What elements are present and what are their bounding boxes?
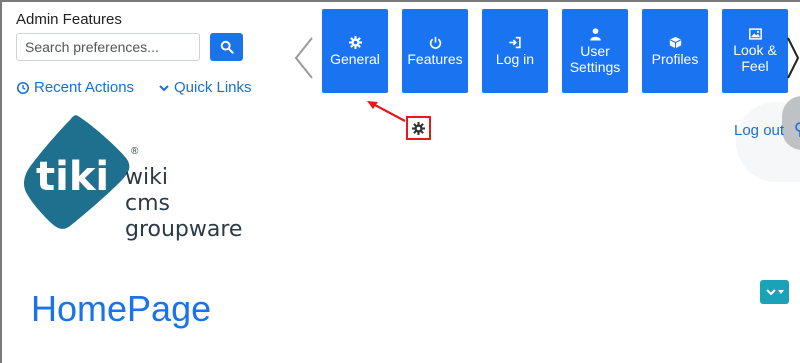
search-preferences-input[interactable] — [16, 33, 200, 61]
user-icon — [589, 28, 601, 41]
image-icon — [748, 28, 762, 40]
sign-in-icon — [509, 36, 521, 48]
gear-icon — [348, 35, 362, 49]
tile-label: User Settings — [569, 43, 621, 75]
tile-label: Profiles — [651, 50, 699, 67]
logo-word: tiki — [36, 154, 109, 200]
page-actions-dropdown[interactable] — [760, 280, 789, 304]
carousel-prev-chevron-icon[interactable] — [292, 36, 316, 80]
search-icon — [220, 40, 234, 54]
tile-label: Look & Feel — [733, 42, 777, 74]
carousel-next-chevron-icon[interactable] — [786, 36, 800, 80]
admin-features-title: Admin Features — [16, 11, 122, 28]
logout-link[interactable]: Log out — [734, 122, 784, 139]
registered-mark: ® — [131, 146, 139, 157]
tile-look-and-feel[interactable]: Look & Feel — [722, 9, 788, 93]
tile-label: General — [330, 50, 380, 67]
tile-log-in[interactable]: Log in — [482, 9, 548, 93]
history-icon — [16, 81, 30, 94]
recent-actions-link[interactable]: Recent Actions — [16, 79, 134, 96]
tile-features[interactable]: Features — [402, 9, 468, 93]
admin-gear-button[interactable] — [406, 116, 431, 140]
recent-actions-label: Recent Actions — [34, 79, 135, 96]
tile-label: Features — [407, 50, 463, 67]
quick-links-label: Quick Links — [174, 79, 252, 96]
annotation-arrow — [367, 101, 406, 122]
window-frame-left — [0, 0, 2, 363]
caret-down-icon — [777, 290, 784, 294]
tile-profiles[interactable]: Profiles — [642, 9, 708, 93]
tile-label: Log in — [495, 50, 535, 67]
tile-user-settings[interactable]: User Settings — [562, 9, 628, 93]
power-icon — [429, 36, 441, 49]
logo-text-groupware: groupware — [125, 217, 243, 242]
logo-text-cms: cms — [125, 191, 170, 216]
search-button[interactable] — [210, 33, 243, 61]
cube-icon — [669, 36, 681, 48]
tiki-logo[interactable]: tiki — [24, 112, 134, 232]
logo-text-wiki: wiki — [125, 165, 168, 190]
chevron-down-icon — [765, 289, 776, 296]
chevron-down-icon — [159, 84, 169, 91]
window-frame-top — [0, 0, 800, 2]
tile-general[interactable]: General — [322, 9, 388, 93]
page-title: HomePage — [31, 288, 212, 329]
user-settings-icon[interactable] — [792, 122, 800, 138]
gear-icon — [412, 121, 425, 135]
quick-links-dropdown[interactable]: Quick Links — [158, 79, 252, 96]
